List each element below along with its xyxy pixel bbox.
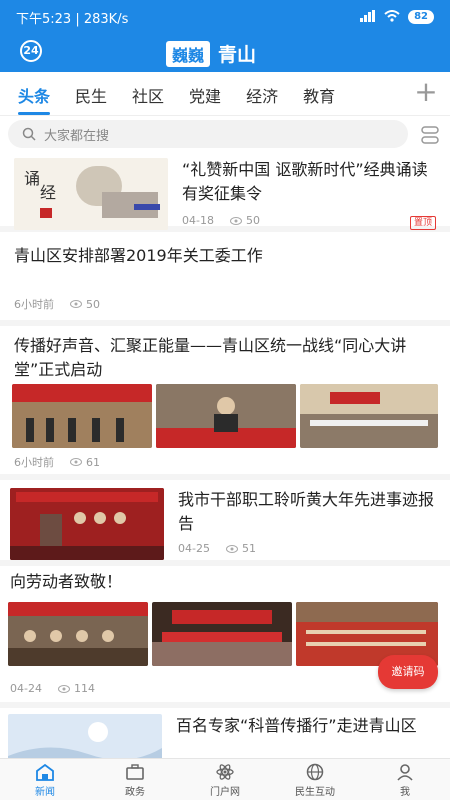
bottom-nav: 新闻 政务 门户网 民生互动 我 bbox=[0, 758, 450, 800]
signal-icon bbox=[360, 9, 376, 25]
news-item-5[interactable]: 向劳动者致敬！ 04-24 114 bbox=[0, 568, 450, 708]
news-thumbnail bbox=[8, 714, 162, 758]
news-image-1 bbox=[12, 384, 152, 448]
invite-code-button[interactable]: 邀请码 bbox=[378, 655, 438, 689]
nav-label: 政务 bbox=[125, 787, 145, 798]
news-item-4[interactable]: 我市干部职工聆听黄大年先进事迹报告 04-25 51 bbox=[0, 484, 450, 566]
app-header: 24 巍巍 青山 bbox=[0, 34, 450, 72]
nav-me[interactable]: 我 bbox=[360, 759, 450, 800]
news-thumbnail bbox=[10, 488, 164, 560]
category-tabs: 头条 民生 社区 党建 经济 教育 + bbox=[0, 72, 450, 116]
eye-icon bbox=[70, 300, 82, 308]
nav-label: 我 bbox=[400, 787, 410, 798]
search-placeholder: 大家都在搜 bbox=[44, 128, 110, 144]
filter-icon[interactable] bbox=[420, 124, 440, 146]
news-image-2 bbox=[156, 384, 296, 448]
news-image-3 bbox=[300, 384, 438, 448]
wifi-icon bbox=[384, 9, 400, 25]
news-image-2 bbox=[152, 602, 292, 666]
nav-portal[interactable]: 门户网 bbox=[180, 759, 270, 800]
news-date: 04-25 bbox=[178, 542, 210, 555]
tab-headlines[interactable]: 头条 bbox=[18, 81, 51, 115]
search-row: 大家都在搜 bbox=[0, 116, 450, 152]
battery-indicator: 82 bbox=[408, 10, 434, 24]
status-bar: 下午5:23 | 283K/s 82 bbox=[0, 0, 450, 34]
news-item-3[interactable]: 传播好声音、汇聚正能量——青山区统一战线“同心大讲堂”正式启动 6小时前 61 bbox=[0, 330, 450, 480]
home-icon bbox=[36, 763, 54, 781]
tab-economy[interactable]: 经济 bbox=[246, 81, 278, 107]
eye-icon bbox=[229, 216, 242, 225]
brand-city: 青山 bbox=[218, 44, 257, 66]
brand-logo: 巍巍 bbox=[166, 40, 211, 67]
briefcase-icon bbox=[126, 764, 144, 780]
tab-party-building[interactable]: 党建 bbox=[189, 81, 221, 107]
news-date: 04-24 bbox=[10, 682, 42, 695]
nav-label: 门户网 bbox=[210, 787, 240, 798]
tab-livelihood[interactable]: 民生 bbox=[75, 81, 107, 107]
atom-icon bbox=[216, 764, 234, 780]
view-count: 61 bbox=[86, 455, 100, 469]
news-thumbnail: 诵 经 bbox=[14, 158, 168, 230]
news-title: “礼赞新中国 讴歌新时代”经典诵读有奖征集令 bbox=[182, 160, 428, 203]
eye-icon bbox=[57, 684, 70, 693]
news-title: 传播好声音、汇聚正能量——青山区统一战线“同心大讲堂”正式启动 bbox=[14, 336, 407, 379]
view-count: 50 bbox=[245, 214, 260, 227]
add-tab-icon[interactable]: + bbox=[414, 78, 438, 108]
tab-education[interactable]: 教育 bbox=[303, 81, 335, 107]
eye-icon bbox=[70, 458, 82, 466]
news-item-1[interactable]: 诵 经 “礼赞新中国 讴歌新时代”经典诵读有奖征集令 04-18 50 置顶 bbox=[0, 152, 450, 232]
network-speed: 283K/s bbox=[83, 11, 129, 27]
svg-text:诵: 诵 bbox=[24, 169, 40, 188]
svg-text:经: 经 bbox=[40, 183, 56, 202]
brand: 巍巍 青山 bbox=[166, 40, 256, 67]
search-input[interactable]: 大家都在搜 bbox=[8, 120, 408, 148]
news-image-1 bbox=[8, 602, 148, 666]
nav-label: 民生互动 bbox=[295, 787, 335, 798]
view-count: 50 bbox=[86, 297, 100, 311]
news-title: 百名专家“科普传播行”走进青山区 bbox=[176, 716, 417, 735]
search-icon bbox=[22, 127, 36, 141]
tab-community[interactable]: 社区 bbox=[132, 81, 164, 107]
nav-news[interactable]: 新闻 bbox=[0, 759, 90, 800]
user-icon bbox=[397, 764, 413, 781]
news-item-6[interactable]: 百名专家“科普传播行”走进青山区 bbox=[0, 714, 450, 758]
news-date: 04-18 bbox=[182, 214, 214, 227]
news-title: 我市干部职工聆听黄大年先进事迹报告 bbox=[178, 490, 435, 533]
news-title: 向劳动者致敬！ bbox=[10, 572, 123, 591]
daily-badge-24[interactable]: 24 bbox=[20, 40, 42, 62]
view-count: 114 bbox=[73, 682, 95, 695]
view-count: 51 bbox=[241, 542, 256, 555]
nav-label: 新闻 bbox=[35, 787, 55, 798]
globe-icon bbox=[306, 763, 324, 781]
pinned-badge: 置顶 bbox=[409, 216, 436, 230]
nav-interaction[interactable]: 民生互动 bbox=[270, 759, 360, 800]
eye-icon bbox=[225, 544, 238, 553]
news-title: 青山区安排部署2019年关工委工作 bbox=[14, 246, 263, 265]
news-date: 6小时前 bbox=[14, 298, 54, 311]
news-date: 6小时前 bbox=[14, 456, 54, 469]
news-item-2[interactable]: 青山区安排部署2019年关工委工作 6小时前 50 bbox=[0, 238, 450, 326]
nav-government[interactable]: 政务 bbox=[90, 759, 180, 800]
status-time: 下午5:23 bbox=[16, 11, 72, 27]
